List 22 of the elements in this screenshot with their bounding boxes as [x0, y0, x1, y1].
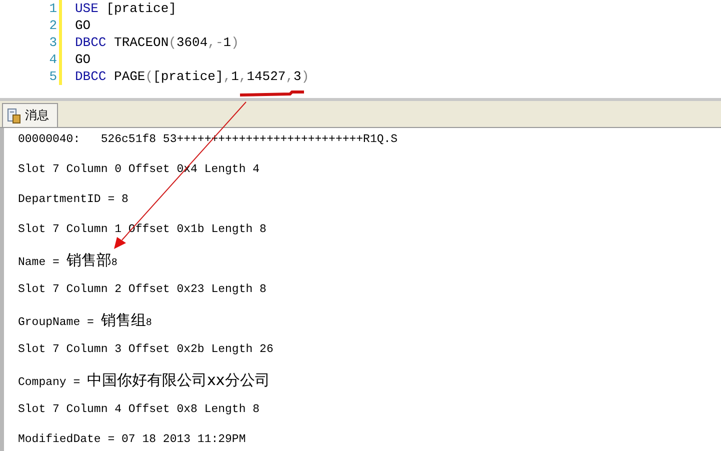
- code-line: DBCC TRACEON(3604,-1): [75, 34, 240, 51]
- messages-tab[interactable]: 消息: [2, 103, 58, 127]
- code-line: DBCC PAGE([pratice],1,14527,3): [75, 68, 310, 85]
- code-line: USE [pratice]: [75, 0, 178, 17]
- message-line: ModifiedDate = 07 18 2013 11:29PM: [18, 432, 247, 448]
- message-line: Name = 销售部8: [18, 251, 118, 271]
- message-line: Slot 7 Column 3 Offset 0x2b Length 26: [18, 342, 274, 358]
- document-icon: [7, 108, 21, 124]
- message-line: DepartmentID = 8: [18, 192, 130, 208]
- line-number: 1: [48, 0, 57, 17]
- line-number: 5: [48, 68, 57, 85]
- code-line: GO: [75, 51, 92, 68]
- annotation-underline: [240, 90, 304, 96]
- message-line: Slot 7 Column 4 Offset 0x8 Length 8: [18, 402, 261, 418]
- line-number: 3: [48, 34, 57, 51]
- message-line: GroupName = 销售组8: [18, 311, 153, 331]
- code-editor[interactable]: 1 2 3 4 5 USE [pratice] GO DBCC TRACEON(3604,-1) GO DBCC PAGE([pratice],1,14527,3): [0, 0, 721, 101]
- message-line: Company = 中国你好有限公司xx分公司: [18, 371, 271, 391]
- line-number: 4: [48, 51, 57, 68]
- message-line: Slot 7 Column 2 Offset 0x23 Length 8: [18, 282, 268, 298]
- code-line: GO: [75, 17, 92, 34]
- line-number: 2: [48, 17, 57, 34]
